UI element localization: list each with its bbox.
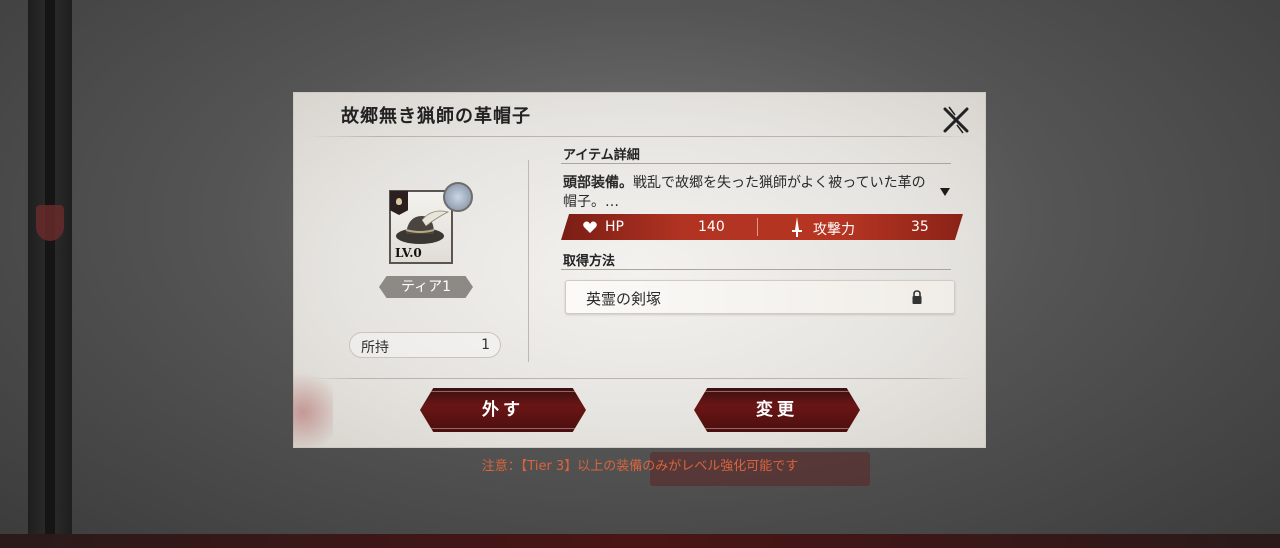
background-shield-icon: [36, 205, 64, 241]
item-detail-dialog: 故郷無き猟師の革帽子 LV.0 ティア1 所持 1 アイテム詳細 頭部装備。戦乱…: [293, 92, 986, 448]
stat-divider: [757, 218, 758, 236]
item-description[interactable]: 頭部装備。戦乱で故郷を失った猟師がよく被っていた革の帽子。…: [563, 174, 933, 212]
stats-bar: HP 140 攻撃力 35: [561, 214, 963, 240]
stat-hp-label: HP: [605, 219, 624, 235]
upgrade-notice: 注意：【Tier 3】以上の装備のみがレベル強化可能です: [481, 459, 799, 474]
bottom-divider: [308, 378, 971, 379]
title-divider: [308, 136, 971, 137]
owned-count: 1: [481, 337, 490, 353]
acquire-rule: [561, 269, 951, 270]
stat-hp-value: 140: [698, 219, 725, 235]
dialog-title: 故郷無き猟師の革帽子: [341, 106, 531, 127]
acquire-header: 取得方法: [563, 254, 616, 269]
lock-icon: [912, 290, 922, 304]
panel-divider: [528, 160, 529, 362]
close-button[interactable]: [941, 105, 971, 135]
acquire-source-label: 英霊の剣塚: [586, 290, 662, 308]
heart-icon: [583, 221, 597, 233]
leather-hat-icon: [396, 210, 450, 244]
item-details-header: アイテム詳細: [563, 148, 640, 163]
item-icon-card[interactable]: LV.0: [389, 182, 473, 264]
acquire-source-item[interactable]: 英霊の剣塚: [565, 280, 955, 314]
stat-attack-value: 35: [911, 219, 929, 235]
item-level: LV.0: [395, 246, 422, 260]
remove-button[interactable]: 外す: [420, 388, 586, 432]
change-button[interactable]: 変更: [694, 388, 860, 432]
details-rule: [561, 163, 951, 164]
sword-icon: [792, 217, 802, 237]
background-bottom-bar: [0, 534, 1280, 548]
close-x-icon: [943, 106, 969, 134]
tier-label: ティア1: [379, 276, 473, 298]
stat-attack-label: 攻撃力: [813, 222, 855, 238]
item-description-type: 頭部装備。: [563, 175, 633, 191]
owned-label: 所持: [361, 340, 389, 356]
owned-count-box: 所持 1: [349, 332, 501, 358]
expand-description-icon[interactable]: [940, 188, 950, 196]
